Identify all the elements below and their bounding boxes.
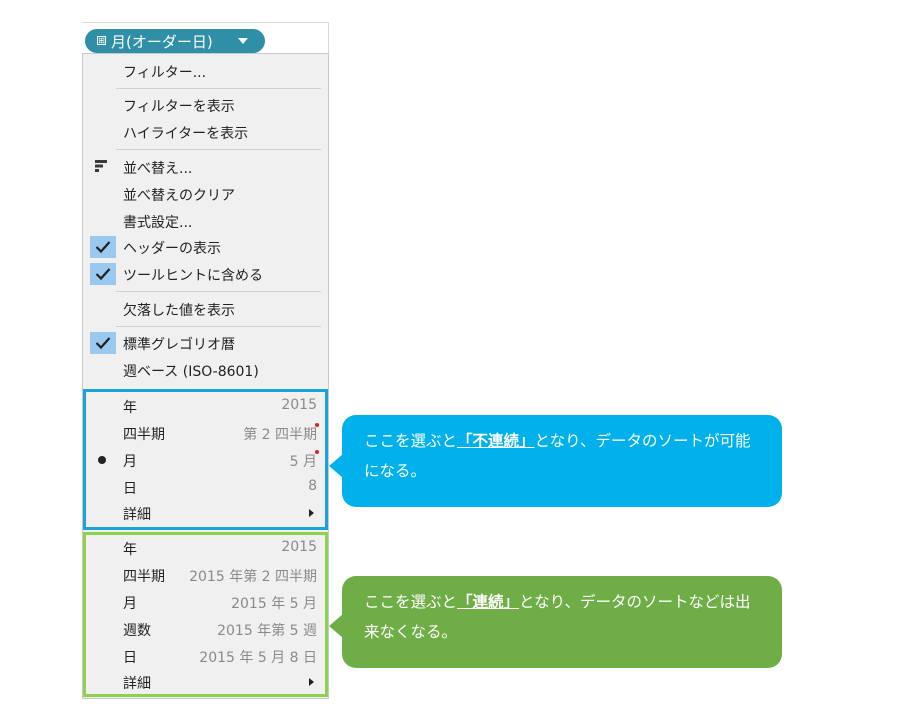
menu-separator	[116, 149, 321, 150]
menu-item-label: 年	[123, 542, 137, 558]
red-marker-icon	[315, 450, 319, 454]
menu-item-example: 8	[308, 478, 317, 494]
menu-item-clear-sort[interactable]: 並べ替えのクリア	[83, 181, 328, 207]
discrete-day[interactable]: 日 8	[83, 474, 328, 500]
menu-item-label: 月	[123, 596, 137, 612]
menu-item-example: 5 月	[289, 454, 317, 470]
menu-item-gregorian-calendar[interactable]: 標準グレゴリオ暦	[83, 330, 328, 356]
check-highlight	[90, 332, 116, 354]
check-icon	[95, 241, 111, 254]
menu-separator	[116, 326, 321, 327]
discrete-callout: ここを選ぶと「不連続」となり、データのソートが可能になる。	[342, 415, 782, 507]
menu-item-label: 並べ替え...	[123, 161, 193, 177]
menu-item-example: 第 2 四半期	[243, 427, 317, 443]
menu-item-show-highlighter[interactable]: ハイライターを表示	[83, 119, 328, 145]
menu-item-example: 2015 年第 2 四半期	[189, 569, 317, 585]
menu-item-example: 2015 年 5 月	[231, 596, 317, 612]
menu-item-label: 四半期	[123, 427, 165, 443]
sort-icon	[95, 160, 107, 172]
expand-icon[interactable]: ⊞	[97, 36, 106, 45]
menu-item-label: 日	[123, 650, 137, 666]
callout-text: ここを選ぶと	[364, 432, 458, 450]
menu-item-show-missing-values[interactable]: 欠落した値を表示	[83, 296, 328, 322]
menu-separator	[116, 291, 321, 292]
submenu-arrow-icon	[309, 678, 314, 686]
menu-item-label: ツールヒントに含める	[123, 268, 263, 284]
worksheet-grid-line	[82, 22, 328, 23]
field-context-menu: フィルター... フィルターを表示 ハイライターを表示 並べ替え... 並べ替え…	[82, 53, 329, 699]
check-highlight	[90, 236, 116, 258]
menu-item-label: 並べ替えのクリア	[123, 188, 235, 204]
menu-item-label: 日	[123, 481, 137, 497]
submenu-arrow-icon	[309, 509, 314, 517]
continuous-quarter[interactable]: 四半期 2015 年第 2 四半期	[83, 562, 328, 588]
check-highlight	[90, 263, 116, 285]
menu-item-sort[interactable]: 並べ替え...	[83, 154, 328, 180]
continuous-month[interactable]: 月 2015 年 5 月	[83, 589, 328, 615]
menu-item-label: 週数	[123, 623, 151, 639]
menu-item-label: 標準グレゴリオ暦	[123, 337, 235, 353]
menu-item-label: フィルターを表示	[123, 99, 235, 115]
continuous-year[interactable]: 年 2015	[83, 535, 328, 561]
menu-item-label: 欠落した値を表示	[123, 303, 235, 319]
worksheet-grid-line	[328, 22, 329, 54]
menu-item-include-in-tooltip[interactable]: ツールヒントに含める	[83, 261, 328, 287]
continuous-callout: ここを選ぶと「連続」となり、データのソートなどは出来なくなる。	[342, 576, 782, 668]
month-order-date-pill[interactable]: ⊞ 月(オーダー日)	[85, 29, 265, 53]
menu-item-label: 月	[123, 454, 137, 470]
callout-emphasis: 「不連続」	[457, 432, 535, 450]
callout-pointer	[329, 614, 343, 638]
discrete-quarter[interactable]: 四半期 第 2 四半期	[83, 420, 328, 446]
menu-item-label: 四半期	[123, 569, 165, 585]
menu-item-example: 2015	[281, 539, 317, 555]
callout-pointer	[329, 454, 343, 478]
continuous-week[interactable]: 週数 2015 年第 5 週	[83, 616, 328, 642]
menu-item-show-filter[interactable]: フィルターを表示	[83, 92, 328, 118]
menu-item-filter[interactable]: フィルター...	[83, 58, 328, 84]
discrete-year[interactable]: 年 2015	[83, 393, 328, 419]
continuous-day[interactable]: 日 2015 年 5 月 8 日	[83, 643, 328, 669]
menu-item-label: 書式設定...	[123, 215, 193, 231]
menu-item-example: 2015 年第 5 週	[217, 623, 317, 639]
discrete-more[interactable]: 詳細	[83, 500, 328, 526]
menu-item-label: 週ベース (ISO-8601)	[123, 364, 259, 380]
continuous-more[interactable]: 詳細	[83, 669, 328, 695]
menu-item-show-header[interactable]: ヘッダーの表示	[83, 234, 328, 260]
menu-item-label: フィルター...	[123, 65, 207, 81]
red-marker-icon	[315, 423, 319, 427]
pill-label: 月(オーダー日)	[111, 33, 213, 51]
menu-item-label: 年	[123, 400, 137, 416]
check-icon	[95, 337, 111, 350]
menu-item-label: ヘッダーの表示	[123, 241, 221, 257]
callout-emphasis: 「連続」	[457, 593, 520, 611]
menu-separator	[116, 88, 321, 89]
discrete-month[interactable]: 月 5 月	[83, 447, 328, 473]
menu-item-example: 2015	[281, 397, 317, 413]
selected-bullet-icon	[98, 456, 106, 464]
menu-item-iso-week[interactable]: 週ベース (ISO-8601)	[83, 357, 328, 383]
check-icon	[95, 268, 111, 281]
menu-item-label: 詳細	[123, 676, 151, 692]
menu-item-label: ハイライターを表示	[123, 126, 249, 142]
caret-down-icon[interactable]	[238, 38, 248, 44]
menu-item-example: 2015 年 5 月 8 日	[199, 650, 317, 666]
menu-item-format[interactable]: 書式設定...	[83, 208, 328, 234]
callout-text: ここを選ぶと	[364, 593, 458, 611]
menu-item-label: 詳細	[123, 507, 151, 523]
